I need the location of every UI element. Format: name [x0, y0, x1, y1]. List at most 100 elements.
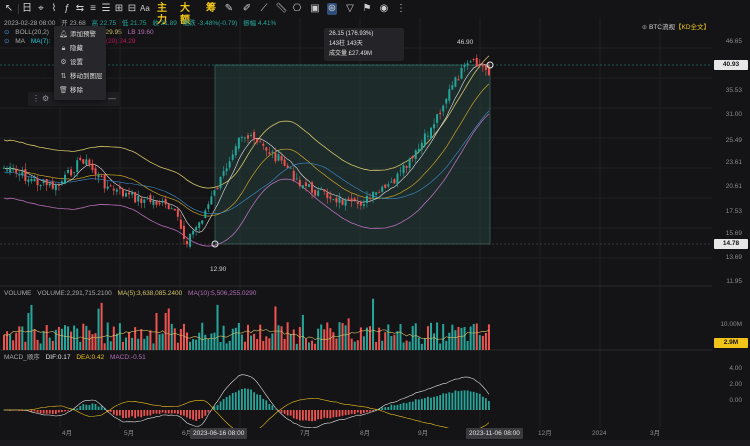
bookmark-icon[interactable]: ⚑ [362, 3, 372, 15]
candle-body [372, 191, 375, 199]
filter-icon[interactable]: ▽ [345, 3, 355, 15]
volume-bar [39, 343, 42, 350]
volume-bar [454, 330, 457, 350]
candle-body [411, 156, 414, 159]
menu-item-lock[interactable]: 🔒︎ 隐藏 [54, 42, 106, 55]
pencil-icon[interactable]: ✎ [224, 3, 234, 15]
candle-body [170, 208, 173, 210]
volume-bar [289, 333, 292, 350]
menu-item-remove[interactable]: 🗑︎ 移除 [54, 84, 106, 97]
volume-bar [265, 336, 268, 350]
candle-body [182, 225, 185, 239]
timeframe-button[interactable]: 日 [22, 3, 32, 15]
candle-body [140, 198, 143, 204]
macd-histogram-bar [51, 410, 54, 414]
macd-histogram-bar [472, 391, 475, 410]
volume-bar [341, 323, 344, 350]
menu-item-settings[interactable]: ⚙ 设置 [54, 56, 106, 69]
crosshair-icon[interactable]: ⌖ [36, 3, 46, 15]
macd-histogram-bar [411, 401, 414, 410]
candle-body [393, 179, 396, 184]
volume-bar [314, 343, 317, 350]
menu-item-move-layer[interactable]: ⇅ 移动到图层 [54, 70, 106, 83]
shape-icon[interactable]: ⎔ [292, 3, 302, 15]
volume-bar [170, 323, 173, 350]
price-tick: 11.95 [726, 278, 742, 285]
volume-current-tag: 2.9M [714, 338, 748, 348]
macd-histogram-bar [244, 388, 246, 410]
gear-icon[interactable]: ⚙ [42, 94, 49, 103]
volume-ma5: MA(5):3,638,085.2400 [117, 290, 183, 297]
macd-histogram-bar [45, 410, 48, 414]
tooltip-bars: 143柱 143天 [329, 41, 363, 47]
candle-body [155, 200, 158, 205]
candle-body [311, 182, 314, 193]
macd-histogram-bar [216, 404, 219, 410]
menu-icon[interactable]: ≡ [88, 3, 98, 15]
candle-body [466, 63, 469, 66]
volume-bar [356, 340, 359, 350]
volume-bar [304, 338, 307, 350]
image-icon[interactable]: ▣ [310, 3, 320, 15]
layout-icon[interactable]: ⊞ [114, 3, 124, 15]
volume-bar [137, 338, 140, 350]
candle-body [85, 159, 88, 165]
time-tick: 5月 [124, 430, 135, 437]
macd-histogram-bar [356, 410, 359, 413]
volume-bar [381, 340, 384, 350]
macd-histogram-bar [433, 396, 435, 410]
text-tool-button[interactable]: Aa [140, 3, 152, 15]
macd-axis[interactable]: 4.00 2.00 0.00 [712, 350, 750, 428]
candle-body [3, 167, 5, 169]
volume-bar [478, 335, 481, 350]
chou-button[interactable]: 筹 [206, 3, 216, 15]
volume-bar [179, 329, 182, 350]
indicator-icon[interactable]: ƒ [62, 3, 72, 15]
macd-histogram-bar [347, 410, 350, 415]
candle-body [30, 178, 33, 182]
cursor-icon[interactable]: ↖ [4, 3, 14, 15]
candle-body [149, 195, 152, 203]
time-tick: 7月 [300, 430, 311, 437]
time-axis[interactable]: 4月 5月 6月 7月 8月 9月 12月 2024 3月 2023-06-16… [0, 428, 712, 440]
compare-icon[interactable]: ⇆ [75, 3, 85, 15]
candle-body [347, 198, 350, 200]
minus-icon[interactable]: — [108, 94, 116, 103]
candle-body [198, 222, 201, 228]
volume-bar [484, 332, 487, 350]
fibonacci-icon[interactable]: ☰ [101, 3, 111, 15]
volume-bar [283, 338, 286, 350]
volume-bar [369, 326, 371, 350]
eye-icon[interactable]: ◉ [379, 3, 389, 15]
candle-body [128, 192, 131, 195]
volume-bar [210, 333, 213, 350]
volume-bar [472, 324, 475, 350]
magnet-icon[interactable]: ⊛ [327, 3, 337, 15]
candle-body [201, 220, 204, 224]
candle-body [362, 204, 365, 206]
menu-item-add-alert[interactable]: 🔔︎ 添加预警 [54, 28, 106, 41]
macd-histogram-bar [439, 395, 442, 410]
price-axis[interactable]: 46.65 35.53 31.00 25.49 23.61 20.61 17.5… [712, 18, 750, 286]
dadan-button[interactable]: 大额 [180, 3, 196, 26]
line-icon[interactable]: ⌇ [49, 3, 59, 15]
template-icon[interactable]: ⊟ [127, 3, 137, 15]
zhuli-button[interactable]: 主力 [157, 3, 173, 26]
list-icon[interactable]: ⋮ [396, 3, 406, 15]
macd-histogram-bar [140, 410, 143, 418]
price-tick: 23.61 [725, 159, 742, 166]
macd-histogram-bar [76, 408, 79, 410]
measure-icon[interactable]: ⟋ [259, 3, 269, 15]
macd-histogram-bar [478, 393, 481, 410]
candle-body [179, 219, 182, 229]
volume-bar [125, 337, 127, 350]
volume-axis[interactable]: 10.00M 2.9M [712, 286, 750, 350]
drag-handle-icon[interactable]: ⋮ [32, 94, 40, 103]
volume-bar [45, 325, 48, 350]
macd-histogram-bar [344, 410, 347, 416]
brush-icon[interactable]: ✐ [242, 3, 252, 15]
volume-bar [143, 338, 146, 350]
ruler-icon[interactable]: 📏︎ [275, 3, 288, 15]
macd-histogram-bar [259, 394, 262, 410]
chart-canvas[interactable]: 46.90 12.90 [0, 18, 712, 428]
